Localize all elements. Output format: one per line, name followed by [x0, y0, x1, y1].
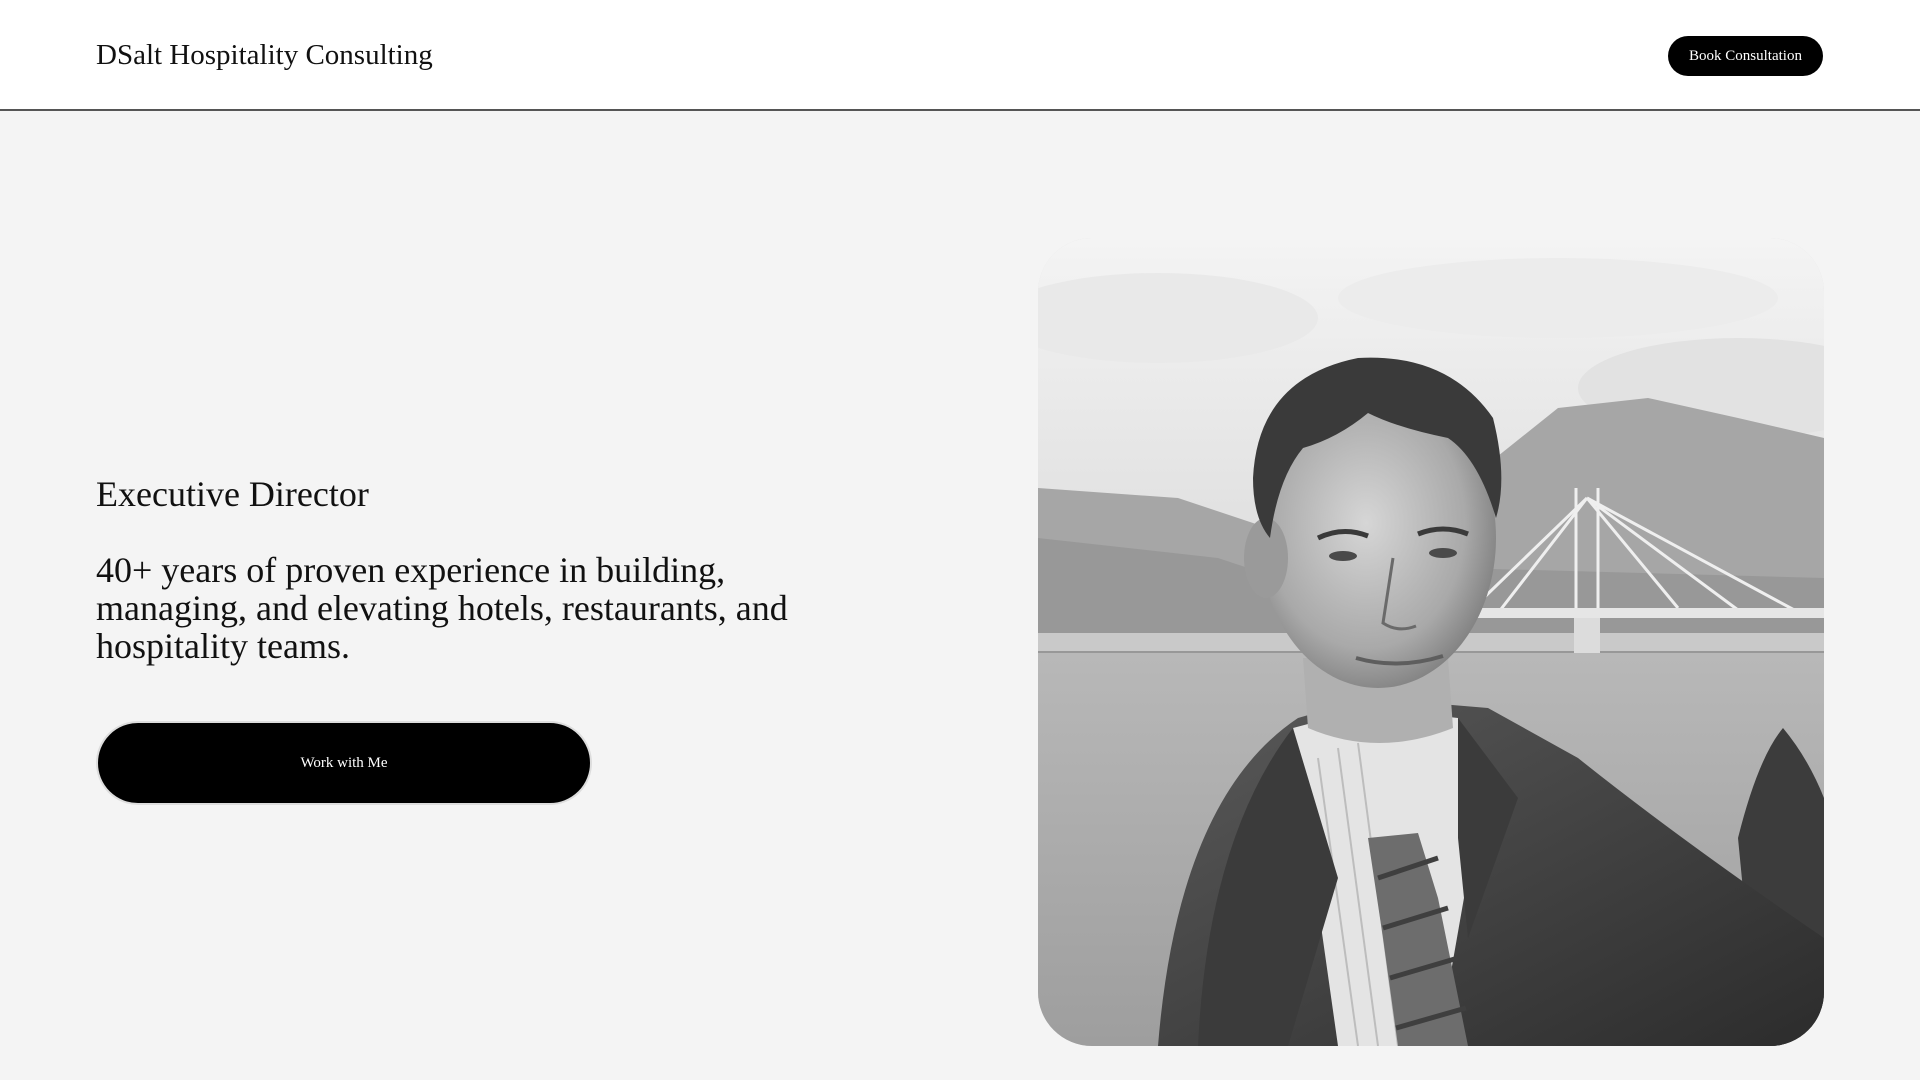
work-with-me-button[interactable]: Work with Me	[96, 721, 592, 805]
book-consultation-button[interactable]: Book Consultation	[1668, 36, 1823, 76]
portrait-photo-illustration	[1038, 238, 1824, 1046]
site-header: DSalt Hospitality Consulting Book Consul…	[0, 0, 1920, 111]
hero-section: Executive Director 40+ years of proven e…	[0, 113, 1920, 1080]
hero-tagline: 40+ years of proven experience in buildi…	[96, 550, 788, 666]
portrait-photo	[1038, 238, 1824, 1046]
hero-role-heading: Executive Director	[96, 474, 369, 514]
brand-logo-text[interactable]: DSalt Hospitality Consulting	[96, 38, 433, 72]
